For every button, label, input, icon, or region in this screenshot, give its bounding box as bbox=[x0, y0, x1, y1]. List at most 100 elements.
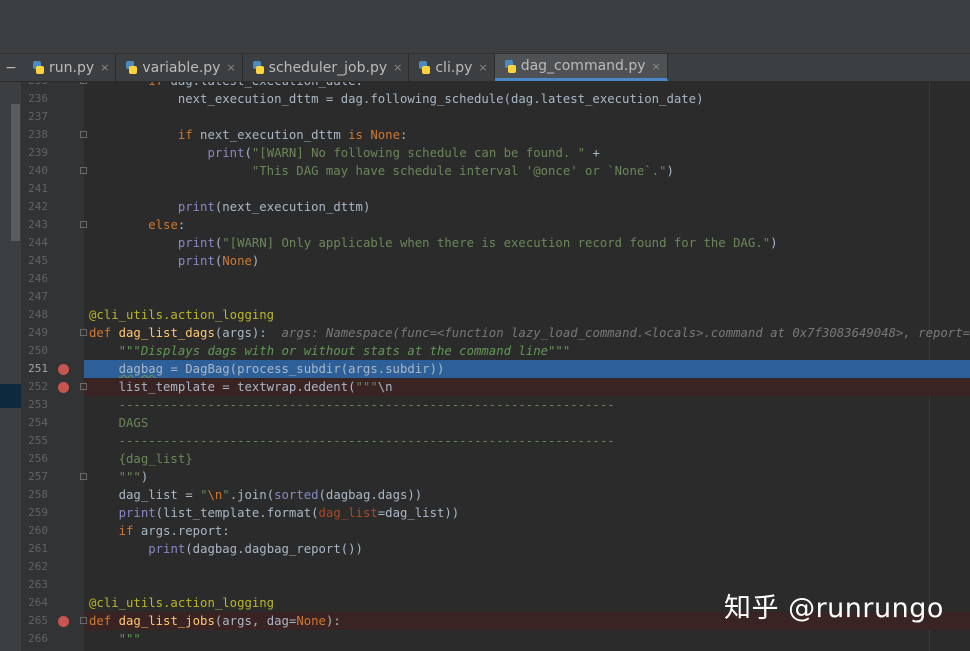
code-line[interactable]: 257 """) bbox=[0, 468, 970, 486]
code-text: print(list_template.format(dag_list=dag_… bbox=[118, 506, 460, 520]
tab-cli-py[interactable]: cli.py × bbox=[409, 54, 495, 81]
code-line[interactable]: 243 else: bbox=[0, 216, 970, 234]
code-line[interactable]: 247 bbox=[0, 288, 970, 306]
line-number[interactable]: 262 bbox=[22, 558, 48, 576]
code-text: ----------------------------------------… bbox=[89, 434, 615, 448]
tab-run-py[interactable]: run.py × bbox=[23, 54, 117, 81]
line-number[interactable]: 246 bbox=[22, 270, 48, 288]
line-number[interactable]: 249 bbox=[22, 324, 48, 342]
code-line[interactable]: 236 next_execution_dttm = dag.following_… bbox=[0, 90, 970, 108]
code-line[interactable]: 266 """ bbox=[0, 630, 970, 648]
code-line[interactable]: 261 print(dagbag.dagbag_report()) bbox=[0, 540, 970, 558]
line-number[interactable]: 244 bbox=[22, 234, 48, 252]
code-line[interactable]: 239 print("[WARN] No following schedule … bbox=[0, 144, 970, 162]
code-line[interactable]: 248 @cli_utils.action_logging bbox=[0, 306, 970, 324]
editor-tab-bar: − run.py × variable.py × scheduler_job.py × cl… bbox=[0, 54, 970, 82]
line-number[interactable]: 257 bbox=[22, 468, 48, 486]
tab-dag-command-py[interactable]: dag_command.py × bbox=[494, 54, 668, 81]
breakpoint-icon[interactable] bbox=[58, 616, 69, 627]
fold-icon[interactable] bbox=[80, 329, 87, 336]
line-number[interactable]: 256 bbox=[22, 450, 48, 468]
close-tab-icon[interactable]: × bbox=[393, 61, 402, 74]
line-number[interactable]: 245 bbox=[22, 252, 48, 270]
code-text: DAGS bbox=[89, 416, 149, 430]
code-line[interactable]: 256 {dag_list} bbox=[0, 450, 970, 468]
code-line[interactable]: 260 if args.report: bbox=[0, 522, 970, 540]
python-file-icon bbox=[504, 59, 517, 73]
line-number[interactable]: 255 bbox=[22, 432, 48, 450]
fold-icon[interactable] bbox=[80, 473, 87, 480]
fold-icon[interactable] bbox=[80, 167, 87, 174]
code-line[interactable]: 249 def dag_list_dags(args): args: Namesp… bbox=[0, 324, 970, 342]
close-tab-icon[interactable]: × bbox=[100, 61, 109, 74]
code-text: def dag_list_jobs(args, dag=None): bbox=[89, 614, 341, 628]
code-text: """Displays dags with or without stats a… bbox=[118, 344, 571, 358]
fold-icon[interactable] bbox=[80, 131, 87, 138]
code-line[interactable]: 262 bbox=[0, 558, 970, 576]
python-file-icon bbox=[418, 61, 431, 74]
tab-scheduler-job-py[interactable]: scheduler_job.py × bbox=[243, 54, 410, 81]
close-tab-icon[interactable]: × bbox=[226, 61, 235, 74]
code-text: dagbag = DagBag(process_subdir(args.subd… bbox=[118, 362, 445, 376]
editor-tabs: run.py × variable.py × scheduler_job.py × cli.… bbox=[23, 54, 668, 81]
line-number[interactable]: 263 bbox=[22, 576, 48, 594]
code-text: "This DAG may have schedule interval '@o… bbox=[251, 164, 674, 178]
tab-label: dag_command.py bbox=[520, 58, 646, 74]
fold-icon[interactable] bbox=[80, 383, 87, 390]
line-number[interactable]: 236 bbox=[22, 90, 48, 108]
code-text: list_template = textwrap.dedent("""\n bbox=[89, 380, 393, 394]
code-line[interactable]: 245 print(None) bbox=[0, 252, 970, 270]
line-number[interactable]: 242 bbox=[22, 198, 48, 216]
fold-icon[interactable] bbox=[80, 617, 87, 624]
line-number[interactable]: 243 bbox=[22, 216, 48, 234]
code-line[interactable]: 237 bbox=[0, 108, 970, 126]
line-number[interactable]: 247 bbox=[22, 288, 48, 306]
code-text: dag_list = "\n".join(sorted(dagbag.dags)… bbox=[89, 488, 423, 502]
code-line[interactable]: 246 bbox=[0, 270, 970, 288]
line-number[interactable]: 254 bbox=[22, 414, 48, 432]
tab-variable-py[interactable]: variable.py × bbox=[116, 54, 243, 81]
line-number[interactable]: 264 bbox=[22, 594, 48, 612]
line-number[interactable]: 252 bbox=[22, 378, 48, 396]
tab-label: cli.py bbox=[435, 59, 473, 76]
line-number[interactable]: 239 bbox=[22, 144, 48, 162]
code-line[interactable]: 244 print("[WARN] Only applicable when t… bbox=[0, 234, 970, 252]
python-file-icon bbox=[125, 61, 138, 74]
line-number[interactable]: 266 bbox=[22, 630, 48, 648]
code-line[interactable]: 241 bbox=[0, 180, 970, 198]
line-number[interactable]: 240 bbox=[22, 162, 48, 180]
tab-collapse-icon[interactable]: − bbox=[0, 54, 22, 81]
line-number[interactable]: 250 bbox=[22, 342, 48, 360]
line-number[interactable]: 258 bbox=[22, 486, 48, 504]
code-text: """) bbox=[118, 470, 149, 484]
line-number[interactable]: 241 bbox=[22, 180, 48, 198]
code-line[interactable]: 258 dag_list = "\n".join(sorted(dagbag.d… bbox=[0, 486, 970, 504]
line-number[interactable]: 251 bbox=[22, 360, 48, 378]
close-tab-icon[interactable]: × bbox=[652, 60, 661, 73]
line-number[interactable]: 238 bbox=[22, 126, 48, 144]
code-line[interactable]: 252 list_template = textwrap.dedent("""\… bbox=[0, 378, 970, 396]
code-line[interactable]: 250 """Displays dags with or without sta… bbox=[0, 342, 970, 360]
code-line[interactable]: 238 if next_execution_dttm is None: bbox=[0, 126, 970, 144]
line-number[interactable]: 259 bbox=[22, 504, 48, 522]
line-number[interactable]: 253 bbox=[22, 396, 48, 414]
fold-icon[interactable] bbox=[80, 221, 87, 228]
code-text: print(dagbag.dagbag_report()) bbox=[148, 542, 363, 556]
code-line[interactable]: 255 ------------------------------------… bbox=[0, 432, 970, 450]
code-line[interactable]: 253 ------------------------------------… bbox=[0, 396, 970, 414]
line-number[interactable]: 237 bbox=[22, 108, 48, 126]
line-number[interactable]: 265 bbox=[22, 612, 48, 630]
line-number[interactable]: 248 bbox=[22, 306, 48, 324]
breakpoint-icon[interactable] bbox=[58, 382, 69, 393]
code-text: ----------------------------------------… bbox=[89, 398, 615, 412]
code-line[interactable]: 259 print(list_template.format(dag_list=… bbox=[0, 504, 970, 522]
tab-label: run.py bbox=[49, 59, 95, 76]
line-number[interactable]: 260 bbox=[22, 522, 48, 540]
breakpoint-icon[interactable] bbox=[58, 364, 69, 375]
close-tab-icon[interactable]: × bbox=[478, 61, 487, 74]
code-line[interactable]: 240 "This DAG may have schedule interval… bbox=[0, 162, 970, 180]
code-line[interactable]: 242 print(next_execution_dttm) bbox=[0, 198, 970, 216]
code-line[interactable]: 251 dagbag = DagBag(process_subdir(args.… bbox=[0, 360, 970, 378]
line-number[interactable]: 261 bbox=[22, 540, 48, 558]
code-line[interactable]: 254 DAGS bbox=[0, 414, 970, 432]
